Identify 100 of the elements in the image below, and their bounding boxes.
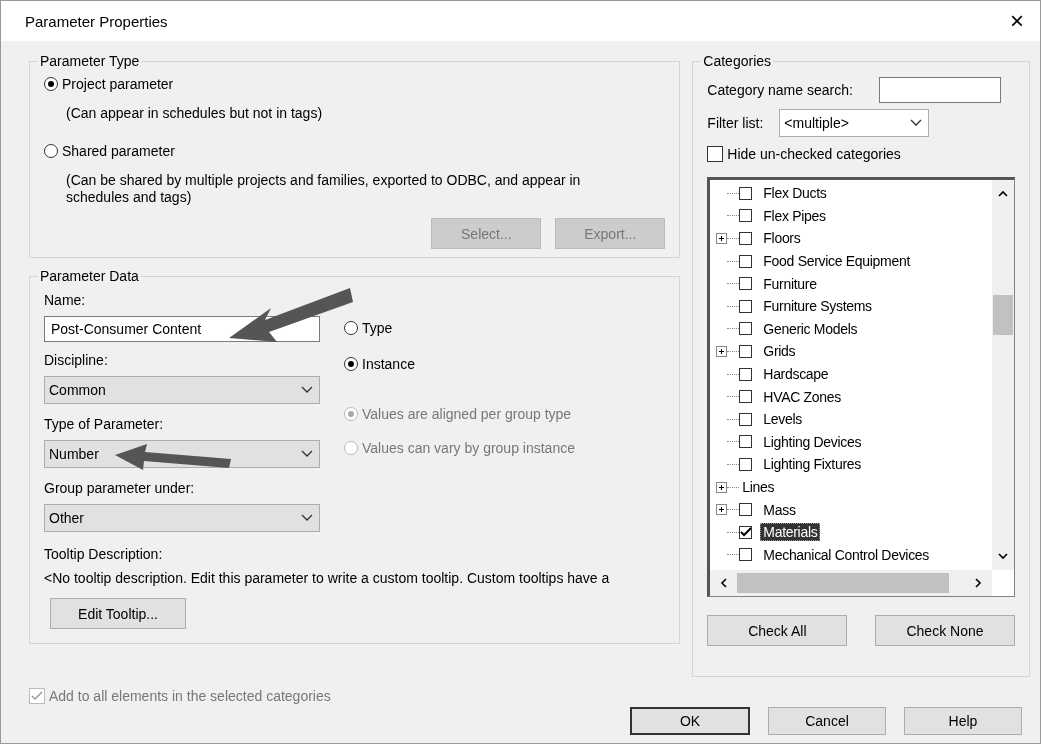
radio-icon[interactable] bbox=[344, 321, 358, 335]
item-label: Lines bbox=[741, 478, 776, 496]
expand-icon[interactable] bbox=[716, 504, 728, 516]
tree-item[interactable]: Lighting Devices bbox=[716, 430, 1014, 454]
scrollbar-thumb[interactable] bbox=[993, 295, 1013, 335]
checkbox-icon[interactable] bbox=[739, 435, 753, 449]
item-label: Floors bbox=[762, 229, 802, 248]
item-label: Lighting Fixtures bbox=[762, 455, 862, 474]
tree-item[interactable]: Flex Ducts bbox=[716, 182, 1014, 205]
radio-option[interactable]: Instance bbox=[344, 351, 575, 377]
tree-item[interactable]: Lighting Fixtures bbox=[716, 453, 1014, 476]
checkbox-icon[interactable] bbox=[739, 322, 753, 336]
group-legend: Parameter Type bbox=[38, 53, 142, 69]
search-field[interactable] bbox=[878, 77, 1001, 103]
item-label: Lighting Devices bbox=[762, 432, 863, 451]
item-label: Furniture bbox=[762, 274, 818, 293]
group-dropdown[interactable]: Other bbox=[44, 504, 320, 532]
checkbox-icon[interactable] bbox=[739, 186, 753, 200]
tree-item[interactable]: HVAC Zones bbox=[716, 385, 1014, 408]
tree-item[interactable]: Furniture Systems bbox=[716, 294, 1014, 318]
tree-item[interactable]: Lines bbox=[716, 475, 1014, 499]
checkbox-icon[interactable] bbox=[739, 299, 753, 313]
radio-option[interactable]: Type bbox=[344, 315, 575, 341]
item-label: Mechanical Control Devices bbox=[762, 545, 931, 564]
radio-icon[interactable] bbox=[344, 357, 358, 371]
tree-item[interactable]: Floors bbox=[716, 227, 1014, 250]
checkbox-icon[interactable] bbox=[739, 344, 753, 358]
scrollbar-thumb[interactable] bbox=[737, 573, 949, 593]
checkbox-icon[interactable] bbox=[739, 412, 753, 426]
radio-label: Values are aligned per group type bbox=[362, 406, 572, 422]
radio-option[interactable]: Shared parameter bbox=[44, 140, 670, 162]
tree-item[interactable]: Hardscape bbox=[716, 362, 1014, 386]
dialog-button[interactable]: Cancel bbox=[768, 707, 886, 735]
option-description: (Can appear in schedules but not in tags) bbox=[65, 105, 324, 122]
window-title: Parameter Properties bbox=[25, 12, 168, 30]
field-label: Tooltip Description: bbox=[44, 546, 164, 564]
chevron-left-icon[interactable] bbox=[720, 578, 728, 588]
item-label: Grids bbox=[762, 342, 797, 361]
tree-item[interactable]: Mechanical Control Devices bbox=[716, 543, 1014, 567]
checkbox-icon[interactable] bbox=[739, 525, 753, 539]
group-legend: Parameter Data bbox=[38, 268, 141, 284]
chevron-right-icon[interactable] bbox=[975, 578, 982, 588]
chevron-down-icon[interactable] bbox=[998, 553, 1008, 560]
tree-item[interactable]: Furniture bbox=[716, 272, 1014, 295]
item-label: Flex Pipes bbox=[762, 206, 827, 225]
chevron-up-icon[interactable] bbox=[998, 190, 1008, 197]
filter-dropdown[interactable]: <multiple> bbox=[779, 109, 930, 137]
group-legend: Categories bbox=[701, 53, 774, 69]
field-label: Filter list: bbox=[707, 115, 764, 131]
checkbox-label: Add to all elements in the selected categories bbox=[49, 688, 331, 704]
check-all-button[interactable]: Check All bbox=[707, 615, 848, 646]
item-label: Materials bbox=[760, 523, 821, 542]
tree-item[interactable]: Mass bbox=[716, 498, 1014, 521]
tree-item[interactable]: Food Service Equipment bbox=[716, 249, 1014, 273]
tooltip-description: <No tooltip description. Edit this parameter to write a custom tooltip. Custom tooltips have a bbox=[44, 570, 611, 588]
item-label: Flex Ducts bbox=[762, 184, 828, 203]
horizontal-scrollbar[interactable] bbox=[710, 570, 992, 596]
tree-item[interactable]: Materials bbox=[716, 520, 1014, 544]
close-button[interactable]: × bbox=[994, 1, 1040, 41]
tree-item[interactable]: Grids bbox=[716, 340, 1014, 363]
expand-icon[interactable] bbox=[716, 233, 728, 244]
item-label: Mass bbox=[762, 500, 797, 519]
chevron-down-icon bbox=[301, 386, 313, 394]
tree-item[interactable]: Flex Pipes bbox=[716, 204, 1014, 228]
field-label: Name: bbox=[44, 292, 87, 310]
checkbox-icon[interactable] bbox=[707, 146, 724, 162]
check-none-button[interactable]: Check None bbox=[875, 615, 1015, 646]
edit-tooltip-button[interactable]: Edit Tooltip... bbox=[50, 598, 186, 629]
radio-icon[interactable] bbox=[44, 77, 58, 91]
item-label: HVAC Zones bbox=[762, 387, 842, 406]
field-label: Group parameter under: bbox=[44, 480, 196, 498]
radio-icon[interactable] bbox=[44, 144, 58, 158]
checkbox-icon[interactable] bbox=[739, 209, 753, 223]
expand-icon[interactable] bbox=[716, 345, 728, 357]
radio-label: Values can vary by group instance bbox=[362, 440, 575, 456]
checkbox-icon[interactable] bbox=[739, 232, 753, 245]
checkbox-icon[interactable] bbox=[739, 548, 753, 562]
item-label: Hardscape bbox=[762, 365, 830, 384]
expand-icon[interactable] bbox=[716, 481, 728, 493]
radio-label: Shared parameter bbox=[62, 143, 175, 159]
radio-label: Type bbox=[362, 320, 393, 336]
checkbox-icon[interactable] bbox=[739, 254, 753, 268]
discipline-dropdown[interactable]: Common bbox=[44, 376, 320, 404]
vertical-scrollbar[interactable] bbox=[992, 180, 1014, 570]
dialog-button[interactable]: Help bbox=[904, 707, 1022, 735]
tree-item[interactable]: Levels bbox=[716, 407, 1014, 431]
dialog-button[interactable]: OK bbox=[630, 707, 750, 735]
checkbox-icon[interactable] bbox=[739, 367, 753, 381]
radio-label: Project parameter bbox=[62, 76, 174, 92]
checkbox-icon[interactable] bbox=[739, 457, 753, 471]
item-label: Food Service Equipment bbox=[762, 252, 912, 271]
checkbox-option[interactable]: Hide un-checked categories bbox=[707, 143, 1015, 165]
radio-option[interactable]: Project parameter bbox=[44, 73, 670, 95]
checkbox-icon[interactable] bbox=[739, 390, 753, 404]
checkbox-icon[interactable] bbox=[739, 503, 753, 517]
radio-label: Instance bbox=[362, 356, 415, 372]
checkbox-icon[interactable] bbox=[739, 277, 753, 291]
tree-item[interactable]: Generic Models bbox=[716, 317, 1014, 341]
field-label: Type of Parameter: bbox=[44, 416, 165, 434]
field-label: Category name search: bbox=[707, 82, 853, 98]
